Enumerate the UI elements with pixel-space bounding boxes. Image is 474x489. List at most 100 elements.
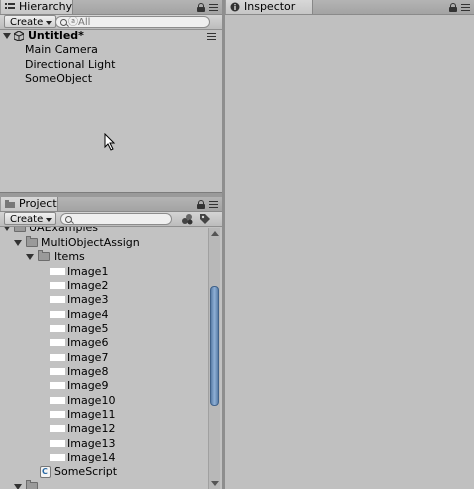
unity-scene-icon xyxy=(14,31,24,41)
tree-image-row[interactable]: Image4 xyxy=(0,308,206,322)
tree-image-row[interactable]: Image9 xyxy=(0,379,206,393)
info-icon xyxy=(230,2,240,12)
tree-folder-row[interactable] xyxy=(0,480,206,489)
hierarchy-search-input[interactable] xyxy=(68,16,188,28)
scene-menu-icon[interactable] xyxy=(207,33,216,40)
scene-name: Untitled* xyxy=(28,29,84,42)
hierarchy-item-label: Directional Light xyxy=(25,58,116,71)
image-icon xyxy=(50,397,65,404)
tree-image-row[interactable]: Image6 xyxy=(0,336,206,350)
image-icon xyxy=(50,296,65,303)
fold-arrow-icon[interactable] xyxy=(26,254,34,260)
script-label: SomeScript xyxy=(54,465,118,478)
tree-image-row[interactable]: Image8 xyxy=(0,365,206,379)
hierarchy-create-button[interactable]: Create xyxy=(4,15,57,28)
tree-image-row[interactable]: Image14 xyxy=(0,451,206,465)
inspector-tab-controls xyxy=(449,1,470,13)
tree-image-row[interactable]: Image10 xyxy=(0,394,206,408)
csharp-script-icon xyxy=(40,465,51,479)
image-icon xyxy=(50,382,65,389)
tree-folder-row[interactable]: MultiObjectAssign xyxy=(0,236,206,250)
image-label: Image9 xyxy=(67,379,109,392)
filter-by-type-icon[interactable] xyxy=(181,213,193,225)
hierarchy-item[interactable]: SomeObject xyxy=(0,72,222,86)
tree-image-row[interactable]: Image3 xyxy=(0,293,206,307)
panel-menu-icon[interactable] xyxy=(209,3,218,11)
scroll-down-icon[interactable] xyxy=(211,481,219,486)
create-label: Create xyxy=(10,214,44,225)
lock-icon[interactable] xyxy=(197,3,205,12)
project-tabbar: Project xyxy=(0,197,222,212)
hierarchy-tabbar: Hierarchy xyxy=(0,0,222,15)
filter-by-label-icon[interactable] xyxy=(199,213,211,225)
tree-folder-row[interactable]: Items xyxy=(0,250,206,264)
project-panel: Project Create UAExamples MultiObjectAss… xyxy=(0,197,222,489)
inspector-panel: Inspector xyxy=(225,0,474,489)
folder-icon xyxy=(26,480,38,489)
image-icon xyxy=(50,311,65,318)
mouse-cursor-icon xyxy=(104,133,116,151)
tree-script-row[interactable]: SomeScript xyxy=(0,465,206,479)
image-label: Image1 xyxy=(67,265,109,278)
tree-folder-row[interactable]: UAExamples xyxy=(0,227,206,235)
image-label: Image5 xyxy=(67,322,109,335)
image-icon xyxy=(50,454,65,461)
tab-hierarchy[interactable]: Hierarchy xyxy=(0,0,73,14)
fold-arrow-icon[interactable] xyxy=(3,33,11,39)
tree-image-row[interactable]: Image7 xyxy=(0,351,206,365)
hierarchy-tab-controls xyxy=(197,1,218,13)
tree-image-row[interactable]: Image11 xyxy=(0,408,206,422)
folder-label: MultiObjectAssign xyxy=(41,236,140,249)
fold-arrow-icon[interactable] xyxy=(14,484,22,489)
tree-image-row[interactable]: Image13 xyxy=(0,437,206,451)
fold-arrow-icon[interactable] xyxy=(14,240,22,246)
project-search xyxy=(60,213,172,225)
image-label: Image7 xyxy=(67,351,109,364)
fold-arrow-icon[interactable] xyxy=(3,227,11,231)
project-search-input[interactable] xyxy=(73,213,163,225)
project-toolbar: Create xyxy=(0,212,222,227)
image-icon xyxy=(50,325,65,332)
scroll-thumb[interactable] xyxy=(210,286,219,406)
tab-hierarchy-label: Hierarchy xyxy=(19,0,73,13)
folder-icon xyxy=(14,227,26,232)
panel-menu-icon[interactable] xyxy=(461,3,470,11)
scroll-up-icon[interactable] xyxy=(211,231,219,236)
image-label: Image10 xyxy=(67,394,116,407)
folder-label: UAExamples xyxy=(29,227,99,234)
hierarchy-item[interactable]: Directional Light xyxy=(0,58,222,72)
tab-inspector[interactable]: Inspector xyxy=(225,0,313,14)
project-scrollbar[interactable] xyxy=(208,228,220,489)
hierarchy-toolbar: Create xyxy=(0,15,222,30)
image-label: Image3 xyxy=(67,293,109,306)
folder-icon xyxy=(5,200,15,208)
search-icon[interactable] xyxy=(65,216,72,223)
tree-image-row[interactable]: Image12 xyxy=(0,422,206,436)
lock-icon[interactable] xyxy=(449,3,457,12)
panel-menu-icon[interactable] xyxy=(209,200,218,208)
hierarchy-search xyxy=(55,16,210,28)
tree-image-row[interactable]: Image2 xyxy=(0,279,206,293)
create-label: Create xyxy=(10,17,44,28)
lock-icon[interactable] xyxy=(197,200,205,209)
search-icon[interactable] xyxy=(60,19,67,26)
project-create-button[interactable]: Create xyxy=(4,212,57,225)
hierarchy-item-label: SomeObject xyxy=(25,72,93,85)
image-label: Image14 xyxy=(67,451,116,464)
image-label: Image11 xyxy=(67,408,116,421)
tree-image-row[interactable]: Image5 xyxy=(0,322,206,336)
image-icon xyxy=(50,440,65,447)
image-label: Image2 xyxy=(67,279,109,292)
scene-row[interactable]: Untitled* xyxy=(0,29,222,43)
image-label: Image12 xyxy=(67,422,116,435)
image-icon xyxy=(50,339,65,346)
tab-project[interactable]: Project xyxy=(0,197,58,211)
hierarchy-panel: Hierarchy Create Untitled* Main Camera D… xyxy=(0,0,222,193)
hierarchy-item[interactable]: Main Camera xyxy=(0,43,222,57)
tree-image-row[interactable]: Image1 xyxy=(0,265,206,279)
chevron-down-icon xyxy=(46,21,53,25)
project-tab-controls xyxy=(197,198,218,210)
folder-icon xyxy=(38,250,50,261)
image-icon xyxy=(50,368,65,375)
image-label: Image4 xyxy=(67,308,109,321)
